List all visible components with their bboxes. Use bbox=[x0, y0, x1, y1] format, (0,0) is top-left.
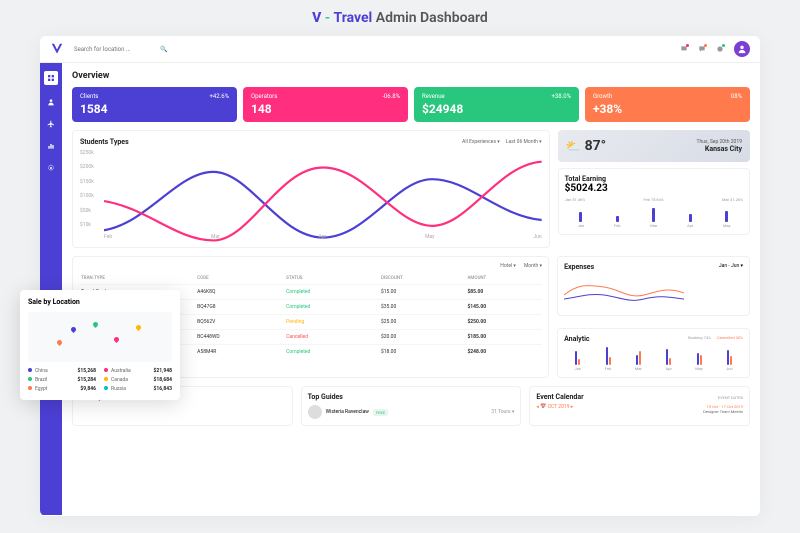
location-item: Brazil$15,284 bbox=[28, 377, 96, 383]
stat-card: Operators-06.8%148 bbox=[243, 87, 408, 122]
user-avatar[interactable] bbox=[734, 41, 750, 57]
world-map bbox=[28, 312, 172, 362]
location-item: China$15,268 bbox=[28, 368, 96, 374]
sidebar bbox=[40, 63, 62, 515]
expenses-filter[interactable]: Jan - Jun ▾ bbox=[719, 263, 743, 271]
app-window: 🔍 Overview Clients+42.6%1584Operators-06… bbox=[40, 36, 760, 516]
sidebar-users[interactable] bbox=[46, 97, 56, 107]
location-item: Egypt$9,846 bbox=[28, 386, 96, 392]
top-guides-panel: Top Guides Wisteria Ravenclaw FREE 31 To… bbox=[301, 386, 522, 426]
app-logo bbox=[50, 42, 64, 56]
sidebar-dashboard[interactable] bbox=[44, 71, 58, 85]
earning-panel: Total Earning $5024.23 Jan 51.46%Feb 15.… bbox=[558, 168, 750, 235]
weather-icon: ⛅ bbox=[566, 139, 581, 153]
earning-amount: $5024.23 bbox=[565, 183, 743, 194]
sidebar-analytics[interactable] bbox=[46, 141, 56, 151]
overview-title: Overview bbox=[72, 71, 750, 81]
search-box[interactable]: 🔍 bbox=[74, 46, 680, 53]
stat-card: Growth08%+38% bbox=[585, 87, 750, 122]
students-chart-panel: Students Types All Experiences ▾ Last 06… bbox=[72, 130, 550, 248]
guide-badge: FREE bbox=[373, 409, 388, 416]
alerts-icon[interactable] bbox=[716, 45, 724, 53]
guide-name: Wisteria Ravenclaw bbox=[326, 409, 369, 415]
location-item: Australia$21,948 bbox=[104, 368, 172, 374]
guide-avatar bbox=[308, 405, 322, 419]
sidebar-flights[interactable] bbox=[46, 119, 56, 129]
chart-filter-period[interactable]: Last 06 Month ▾ bbox=[506, 139, 542, 145]
search-input[interactable] bbox=[74, 46, 154, 53]
page-title: V - Travel Admin Dashboard bbox=[0, 0, 800, 36]
weather-temp: 87° bbox=[585, 138, 607, 154]
students-line-chart bbox=[104, 150, 542, 267]
weather-widget: ⛅ 87° Thus, Sep 20th 2019 Kansas City bbox=[558, 130, 750, 162]
sidebar-settings[interactable] bbox=[46, 163, 56, 173]
calendar-month[interactable]: ◂ 📅 OCT 2019 ▸ bbox=[536, 404, 573, 414]
location-item: Canada$18,684 bbox=[104, 377, 172, 383]
sale-by-location-card: Sale by Location China$15,268Australia$2… bbox=[20, 290, 180, 400]
expenses-chart bbox=[564, 275, 684, 307]
stat-card: Clients+42.6%1584 bbox=[72, 87, 237, 122]
search-icon: 🔍 bbox=[160, 46, 167, 53]
main-content: Overview Clients+42.6%1584Operators-06.8… bbox=[62, 63, 760, 515]
chart-title: Students Types bbox=[80, 138, 129, 146]
guide-tours[interactable]: 31 Tours ▾ bbox=[491, 409, 514, 415]
notification-icon[interactable] bbox=[680, 45, 688, 53]
expenses-panel: Expenses Jan - Jun ▾ bbox=[557, 256, 750, 316]
event-calendar-panel: Event Calendar EVENT DATES ◂ 📅 OCT 2019 … bbox=[529, 386, 750, 426]
chart-filter-experience[interactable]: All Experiences ▾ bbox=[462, 139, 500, 145]
messages-icon[interactable] bbox=[698, 45, 706, 53]
location-item: Russia$16,843 bbox=[104, 386, 172, 392]
weather-city: Kansas City bbox=[697, 145, 742, 153]
stat-card: Revenue+38.0%$24948 bbox=[414, 87, 579, 122]
analytic-panel: Analytic Booking 74%Cancelled 30% JanFeb… bbox=[557, 328, 750, 378]
topbar: 🔍 bbox=[40, 36, 760, 63]
